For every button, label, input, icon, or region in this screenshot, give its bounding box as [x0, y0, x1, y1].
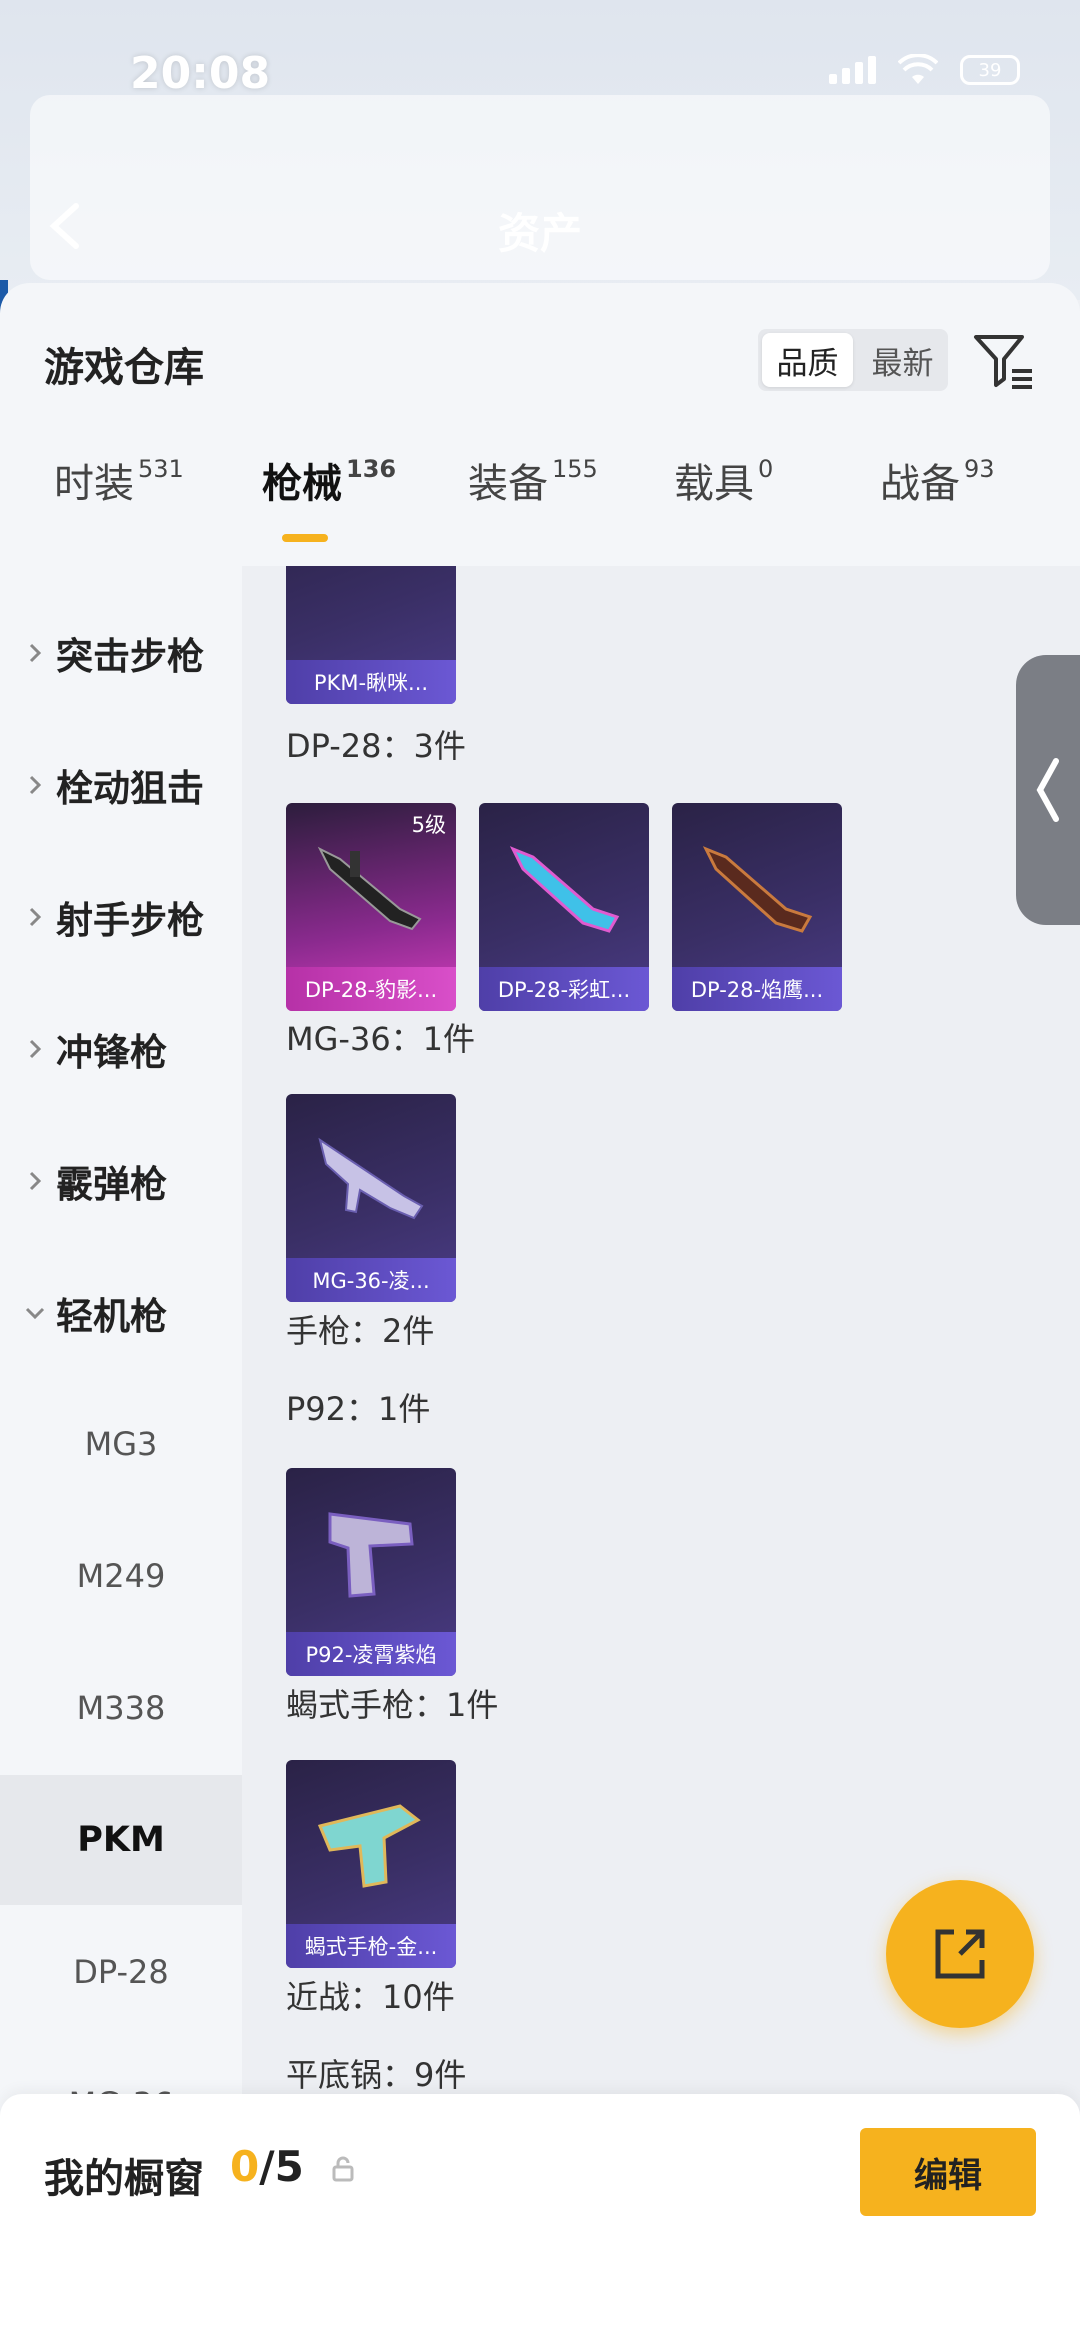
chevron-right-icon [29, 1171, 42, 1191]
edit-button[interactable]: 编辑 [860, 2128, 1036, 2216]
item-card-name: DP-28-焰鹰... [672, 967, 842, 1011]
sort-quality[interactable]: 品质 [762, 333, 853, 387]
item-card-name: DP-28-豹影... [286, 967, 456, 1011]
sidebar-cat-assault-rifle[interactable]: 突击步枪 [0, 608, 242, 698]
item-card-name: P92-凌霄紫焰 [286, 1632, 456, 1676]
group-title: 蝎式手枪：1件 [286, 1686, 499, 1724]
lock-icon [332, 2156, 354, 2182]
sidebar-cat-bolt-sniper[interactable]: 栓动狙击 [0, 740, 242, 830]
gun-icon [318, 1137, 424, 1220]
battery-icon: 39 [960, 55, 1020, 85]
tab-indicator [282, 534, 328, 542]
item-card[interactable]: DP-28-彩虹... [479, 803, 649, 1011]
item-card[interactable]: PKM-瞅咪... [286, 566, 456, 704]
sheet-title: 游戏仓库 [44, 345, 204, 391]
tab-guns[interactable]: 枪械 136 [262, 451, 396, 509]
status-bar: 20:08 39 [0, 40, 1080, 120]
sidebar-cat-dmr[interactable]: 射手步枪 [0, 872, 242, 962]
tab-vehicles[interactable]: 载具 0 [674, 451, 773, 509]
group-title: 手枪：2件 [286, 1312, 435, 1350]
item-card-name: PKM-瞅咪... [286, 660, 456, 704]
sidebar-item-m338[interactable]: M338 [0, 1643, 242, 1773]
tab-equipment[interactable]: 装备 155 [468, 451, 598, 509]
chevron-left-icon [1036, 758, 1059, 822]
showcase-title: 我的橱窗 [44, 2156, 204, 2202]
pistol-icon [328, 1512, 414, 1598]
showcase-count: 0/5 [230, 2142, 304, 2191]
item-card[interactable]: 5级 DP-28-豹影... [286, 803, 456, 1011]
status-time: 20:08 [130, 48, 271, 99]
pistol-icon [317, 1804, 421, 1888]
chevron-right-icon [29, 775, 42, 795]
chevron-down-icon [25, 1307, 45, 1320]
warehouse-sheet: 游戏仓库 品质 最新 时装 531 枪械 136 装备 155 载具 0 战备 93 突击… [0, 283, 1080, 2341]
showcase-bar: 我的橱窗 0/5 编辑 [0, 2094, 1080, 2341]
sidebar: 突击步枪 栓动狙击 射手步枪 冲锋枪 霰弹枪 轻机枪 MG3 M249 M338… [0, 566, 242, 2341]
item-card-name: DP-28-彩虹... [479, 967, 649, 1011]
item-card[interactable]: P92-凌霄紫焰 [286, 1468, 456, 1676]
category-tabs: 时装 531 枪械 136 装备 155 载具 0 战备 93 [0, 451, 1080, 551]
group-title: 近战：10件 [286, 1978, 455, 2016]
filter-icon[interactable] [970, 327, 1036, 393]
sidebar-cat-shotgun[interactable]: 霰弹枪 [0, 1136, 242, 1226]
tab-fashion[interactable]: 时装 531 [54, 451, 184, 509]
sidebar-cat-lmg[interactable]: 轻机枪 [0, 1268, 242, 1358]
gun-icon [509, 846, 620, 933]
chevron-right-icon [29, 1039, 42, 1059]
group-title: DP-28：3件 [286, 727, 466, 765]
wifi-icon [898, 54, 938, 84]
share-icon [935, 1929, 985, 1979]
sidebar-item-m249[interactable]: M249 [0, 1511, 242, 1641]
item-card-name: MG-36-凌... [286, 1258, 456, 1302]
signal-icon [829, 56, 876, 84]
gun-icon [702, 846, 813, 933]
chevron-right-icon [29, 643, 42, 663]
sort-toggle: 品质 最新 [758, 329, 948, 391]
nav-bar: 资产 [0, 180, 1080, 270]
item-card-name: 蝎式手枪-金... [286, 1924, 456, 1968]
sort-newest[interactable]: 最新 [857, 329, 948, 391]
item-card[interactable]: DP-28-焰鹰... [672, 803, 842, 1011]
gun-icon [317, 846, 422, 931]
item-card[interactable]: MG-36-凌... [286, 1094, 456, 1302]
chevron-right-icon [29, 907, 42, 927]
sidebar-item-dp28[interactable]: DP-28 [0, 1907, 242, 2037]
side-drawer-handle[interactable] [1016, 655, 1080, 925]
sidebar-cat-smg[interactable]: 冲锋枪 [0, 1004, 242, 1094]
item-card[interactable]: 蝎式手枪-金... [286, 1760, 456, 1968]
group-title: 平底锅：9件 [286, 2056, 467, 2094]
group-title: P92：1件 [286, 1390, 431, 1428]
group-title: MG-36：1件 [286, 1020, 476, 1058]
sidebar-item-pkm[interactable]: PKM [0, 1775, 242, 1905]
sidebar-item-mg3[interactable]: MG3 [0, 1379, 242, 1509]
share-fab[interactable] [886, 1880, 1034, 2028]
nav-title: 资产 [497, 209, 582, 258]
tab-supplies[interactable]: 战备 93 [880, 451, 995, 509]
item-list: PKM-瞅咪... DP-28：3件 5级 DP-28-豹影... DP-28-… [242, 566, 1080, 2326]
